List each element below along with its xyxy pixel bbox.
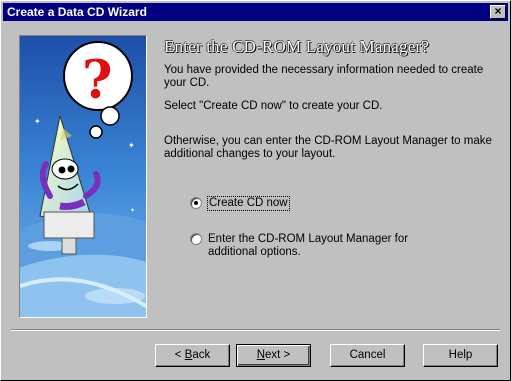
next-button[interactable]: Next > bbox=[236, 344, 311, 367]
back-button[interactable]: < Back bbox=[155, 344, 230, 367]
svg-text:?: ? bbox=[82, 50, 112, 111]
wizard-window: Create a Data CD Wizard × ✦ ✦ ✦ ✦ ? Ente… bbox=[0, 0, 511, 381]
title-bar[interactable]: Create a Data CD Wizard × bbox=[3, 3, 508, 21]
back-prefix: < bbox=[174, 349, 185, 361]
close-icon: × bbox=[494, 4, 502, 18]
option-layout-manager-line1: Enter the CD-ROM Layout Manager for bbox=[208, 233, 409, 245]
window-title: Create a Data CD Wizard bbox=[7, 5, 147, 19]
page-heading: Enter the CD-ROM Layout Manager? bbox=[164, 37, 430, 56]
cancel-button[interactable]: Cancel bbox=[330, 344, 405, 367]
option-create-cd-now[interactable]: Create CD now bbox=[190, 196, 290, 211]
svg-text:✦: ✦ bbox=[34, 117, 41, 126]
cd-mascot-illustration: ✦ ✦ ✦ ✦ ? bbox=[20, 36, 146, 317]
option-layout-manager-line2: additional options. bbox=[208, 246, 301, 258]
help-button[interactable]: Help bbox=[423, 344, 498, 367]
option-layout-manager[interactable]: Enter the CD-ROM Layout Manager for addi… bbox=[190, 233, 408, 259]
alternative-text: Otherwise, you can enter the CD-ROM Layo… bbox=[164, 135, 492, 160]
radio-layout-manager[interactable] bbox=[190, 233, 202, 245]
next-mnemonic: N bbox=[256, 349, 266, 361]
radio-create-cd-now[interactable] bbox=[190, 197, 202, 209]
button-separator bbox=[11, 329, 500, 331]
wizard-illustration: ✦ ✦ ✦ ✦ ? bbox=[19, 35, 147, 318]
option-layout-manager-label[interactable]: Enter the CD-ROM Layout Manager for addi… bbox=[208, 233, 408, 259]
close-button[interactable]: × bbox=[490, 5, 506, 19]
option-create-cd-label[interactable]: Create CD now bbox=[207, 196, 290, 211]
svg-text:✦: ✦ bbox=[130, 207, 135, 214]
back-label-rest: ack bbox=[192, 349, 211, 361]
svg-text:✦: ✦ bbox=[128, 141, 135, 150]
instruction-text: Select "Create CD now" to create your CD… bbox=[164, 100, 383, 112]
next-label-rest: ext > bbox=[265, 349, 291, 361]
intro-text: You have provided the necessary informat… bbox=[164, 64, 484, 89]
